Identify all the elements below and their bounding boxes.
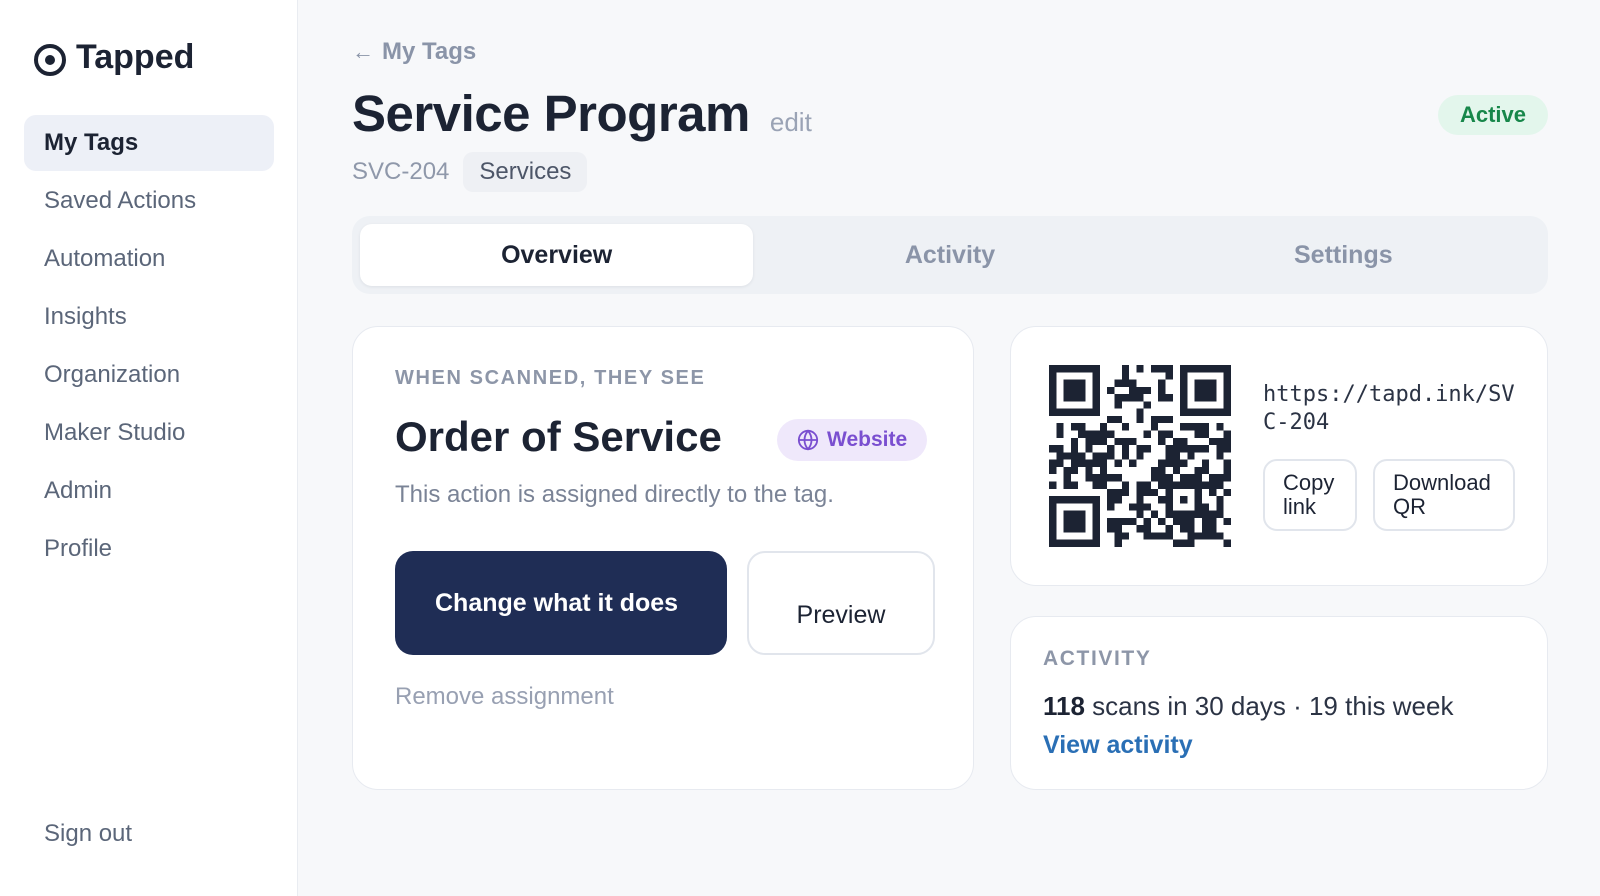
scan-count: 118 (1043, 691, 1085, 721)
globe-icon (797, 429, 819, 451)
download-qr-button[interactable]: Download QR (1373, 459, 1515, 531)
action-type-label: Website (827, 428, 908, 451)
qr-card: https://tapd.ink/SVC-204 Copy link Downl… (1010, 326, 1548, 586)
sidebar-nav: My Tags Saved Actions Automation Insight… (24, 115, 274, 579)
edit-title-link[interactable]: edit (770, 107, 812, 138)
sidebar-item-profile[interactable]: Profile (24, 521, 274, 577)
qr-code[interactable] (1049, 365, 1231, 547)
back-link-label: My Tags (382, 38, 477, 65)
tab-bar: Overview Activity Settings (352, 216, 1548, 294)
remove-assignment-link[interactable]: Remove assignment (395, 683, 614, 711)
sidebar-item-admin[interactable]: Admin (24, 463, 274, 519)
title-row: Service Program edit (352, 84, 812, 143)
action-description: This action is assigned directly to the … (395, 481, 834, 508)
sidebar-item-maker-studio[interactable]: Maker Studio (24, 405, 274, 461)
scan-summary: 118 scans in 30 days · 19 this week (1043, 691, 1453, 722)
sidebar-item-organization[interactable]: Organization (24, 347, 274, 403)
action-type-chip: Website (777, 419, 928, 461)
app-name: Tapped (76, 38, 195, 76)
sidebar: Tapped My Tags Saved Actions Automation … (0, 0, 298, 896)
sidebar-item-saved-actions[interactable]: Saved Actions (24, 173, 274, 229)
target-icon (34, 43, 66, 76)
view-activity-link[interactable]: View activity (1043, 731, 1193, 760)
tag-code: SVC-204 (352, 158, 450, 185)
copy-link-button[interactable]: Copy link (1263, 459, 1357, 531)
back-arrow-icon: ← (352, 39, 374, 64)
tab-activity[interactable]: Activity (753, 224, 1146, 286)
assigned-action-card: WHEN SCANNED, THEY SEE Order of Service … (352, 326, 974, 790)
status-badge: Active (1437, 95, 1548, 135)
sign-out-link[interactable]: Sign out (44, 820, 132, 848)
change-action-button[interactable]: Change what it does (395, 551, 727, 655)
back-link[interactable]: ← My Tags (352, 38, 476, 66)
tag-meta: SVC-204 Services (352, 152, 588, 192)
scan-summary-text: scans in 30 days · 19 this week (1084, 691, 1454, 721)
brand[interactable]: Tapped (34, 38, 194, 77)
activity-summary-card: ACTIVITY 118 scans in 30 days · 19 this … (1010, 616, 1548, 790)
sidebar-item-my-tags[interactable]: My Tags (24, 115, 274, 171)
activity-eyebrow: ACTIVITY (1043, 647, 1152, 670)
tab-overview[interactable]: Overview (360, 224, 754, 286)
sidebar-item-automation[interactable]: Automation (24, 231, 274, 287)
sidebar-item-insights[interactable]: Insights (24, 289, 274, 345)
short-url: https://tapd.ink/SVC-204 (1263, 382, 1515, 435)
action-eyebrow: WHEN SCANNED, THEY SEE (395, 367, 706, 389)
action-title: Order of Service (395, 413, 722, 460)
preview-button[interactable]: Preview (747, 551, 935, 655)
page-title: Service Program (352, 85, 750, 142)
category-chip: Services (463, 152, 588, 192)
tab-settings[interactable]: Settings (1147, 224, 1540, 286)
